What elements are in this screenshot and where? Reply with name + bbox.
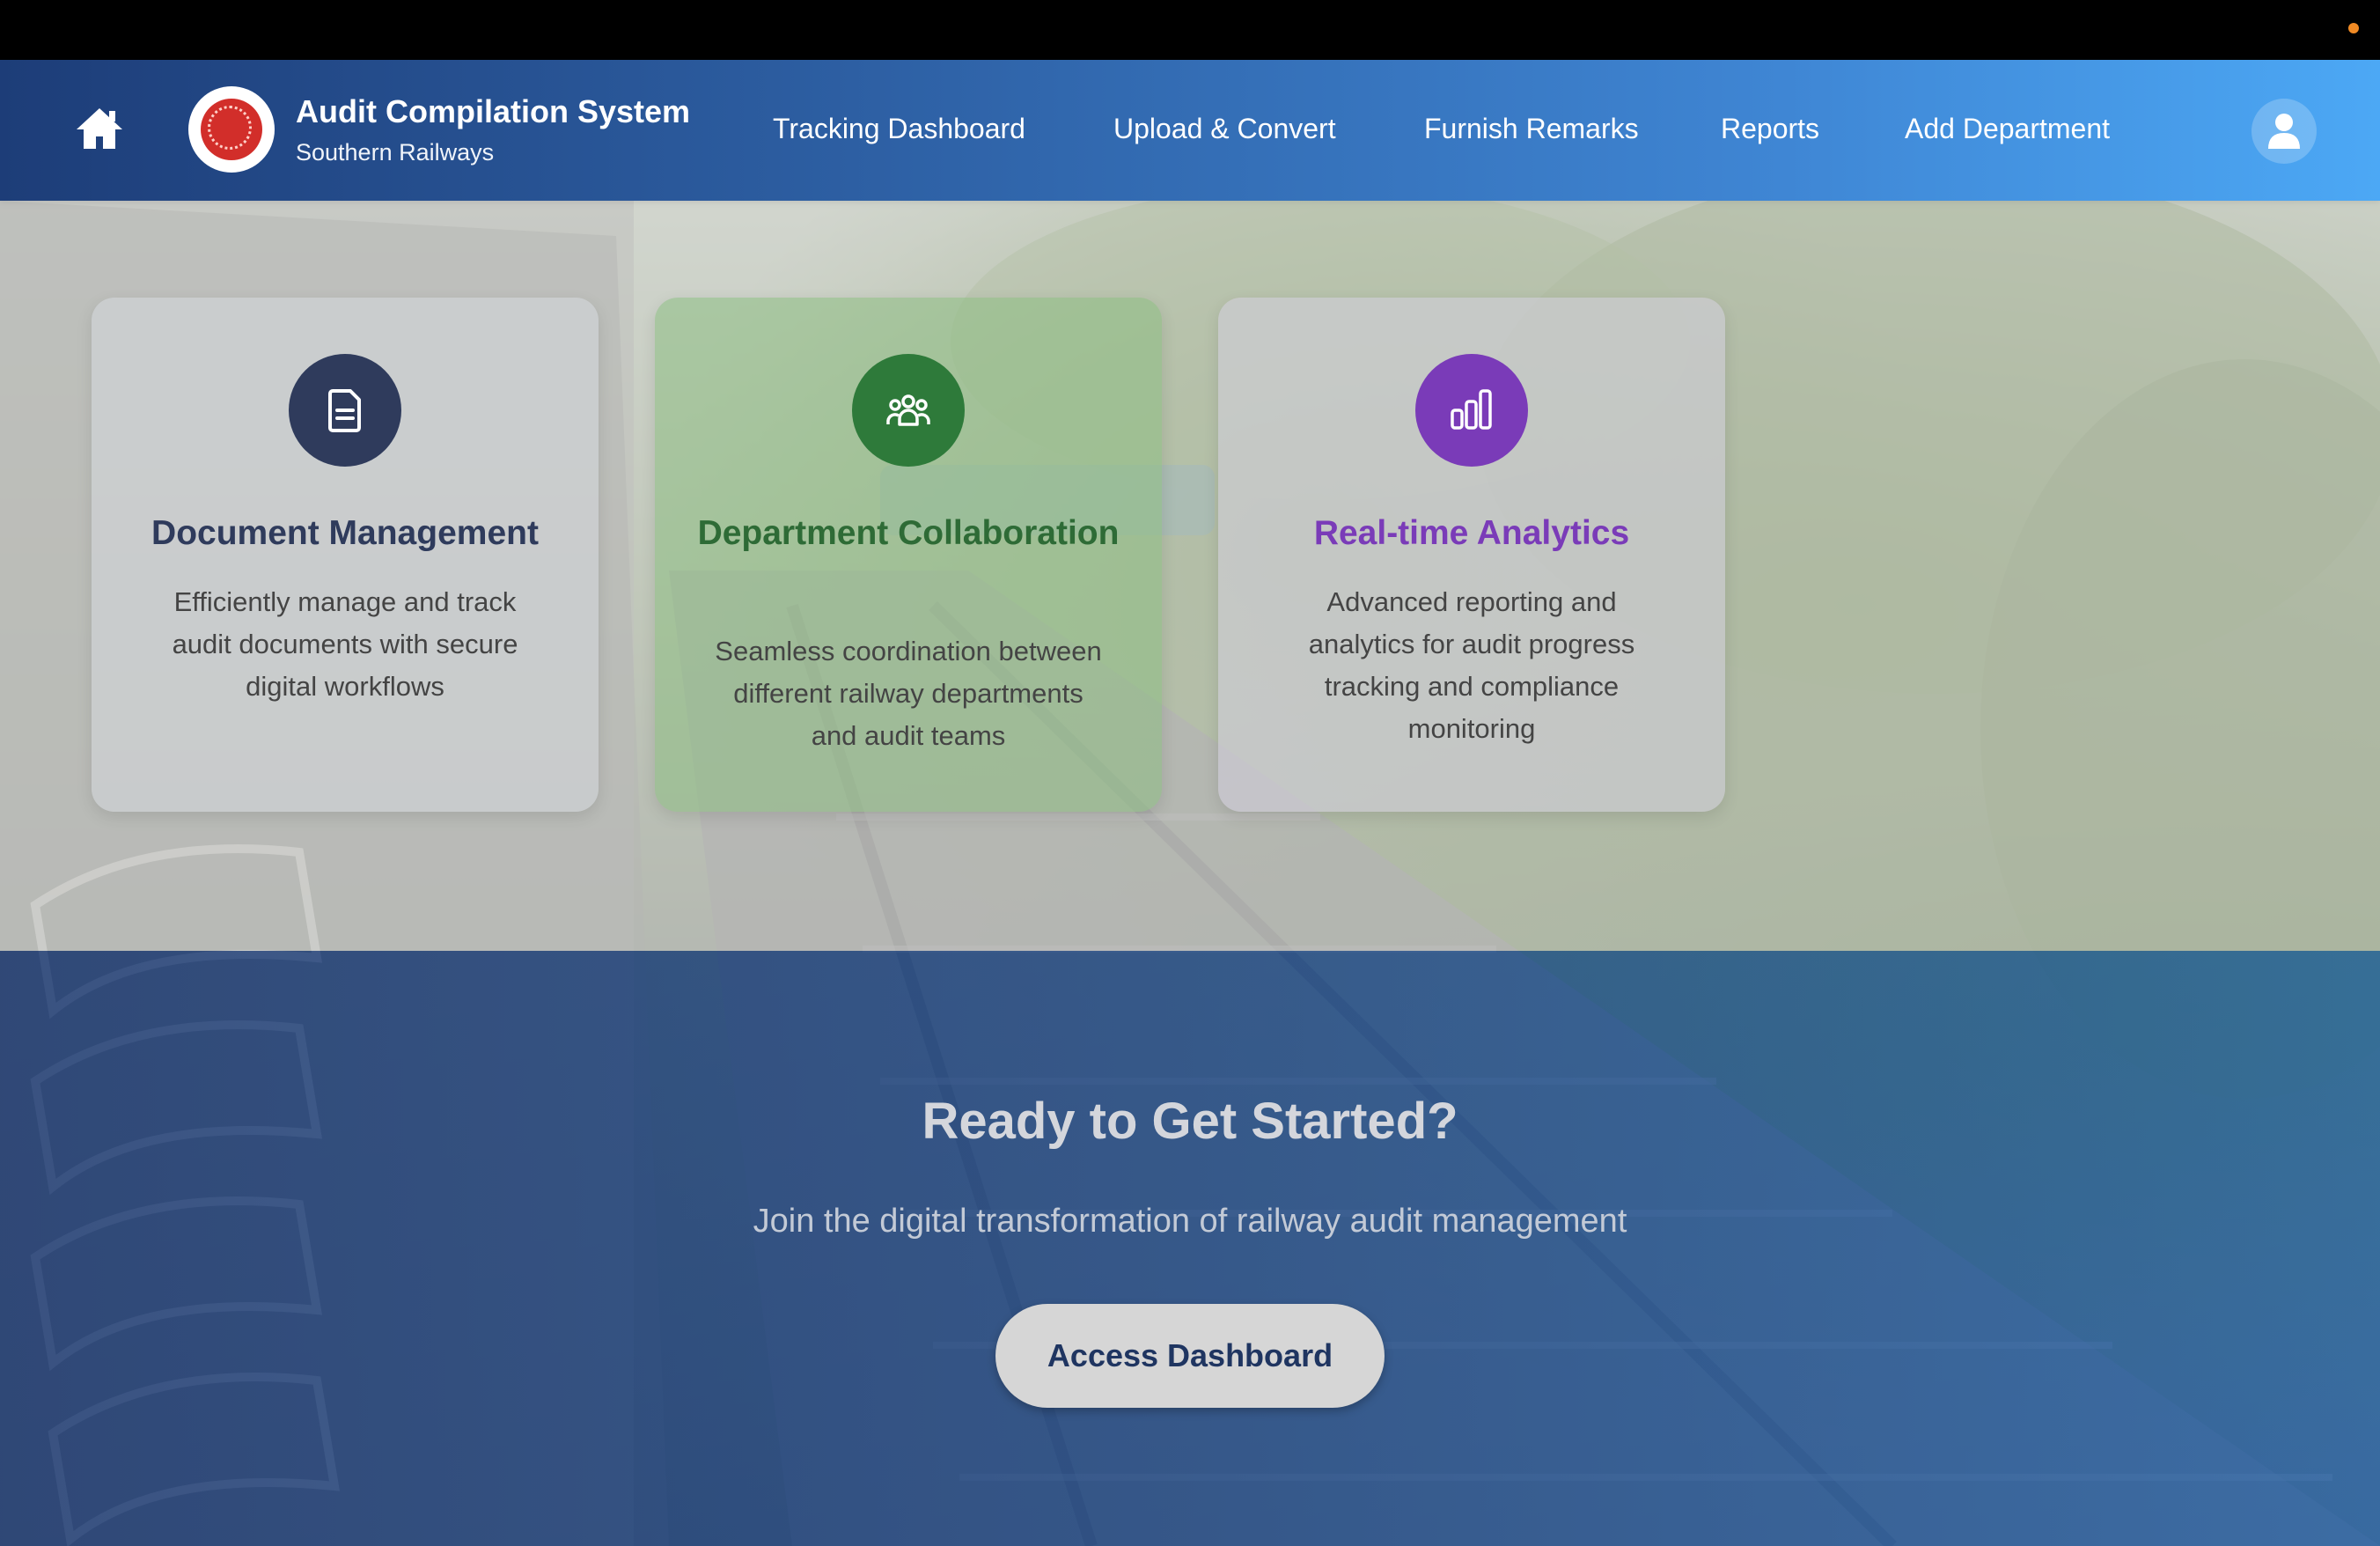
nav-upload-convert[interactable]: Upload & Convert xyxy=(1113,113,1336,145)
feature-card-real-time-analytics: Real-time Analytics Advanced reporting a… xyxy=(1218,298,1725,812)
user-icon xyxy=(2268,114,2300,149)
app-title: Audit Compilation System xyxy=(296,93,691,129)
bar-chart-icon xyxy=(1415,354,1528,467)
home-icon[interactable] xyxy=(74,106,125,151)
railway-emblem-logo xyxy=(188,86,275,173)
cta-subtitle: Join the digital transformation of railw… xyxy=(753,1203,1627,1240)
feature-description: Advanced reporting and analytics for aud… xyxy=(1308,586,1635,744)
feature-description: Seamless coordination between different … xyxy=(715,636,1102,751)
team-icon xyxy=(852,354,965,467)
user-profile-button[interactable] xyxy=(2251,99,2317,164)
feature-card-department-collaboration: Department Collaboration Seamless coordi… xyxy=(655,298,1162,812)
app-subtitle: Southern Railways xyxy=(296,139,495,166)
access-dashboard-button[interactable]: Access Dashboard xyxy=(995,1304,1385,1408)
feature-title: Document Management xyxy=(151,514,539,552)
top-navigation: Audit Compilation System Southern Railwa… xyxy=(0,60,2380,201)
recording-indicator-icon xyxy=(2348,23,2359,33)
nav-furnish-remarks[interactable]: Furnish Remarks xyxy=(1424,113,1639,145)
feature-description: Efficiently manage and track audit docum… xyxy=(172,586,518,702)
nav-reports[interactable]: Reports xyxy=(1721,113,1819,145)
cta-title: Ready to Get Started? xyxy=(922,1093,1458,1150)
features-section: Document Management Efficiently manage a… xyxy=(0,201,2380,951)
feature-card-document-management: Document Management Efficiently manage a… xyxy=(92,298,599,812)
feature-title: Department Collaboration xyxy=(697,514,1120,552)
document-icon xyxy=(289,354,401,467)
nav-tracking-dashboard[interactable]: Tracking Dashboard xyxy=(773,113,1025,145)
nav-add-department[interactable]: Add Department xyxy=(1905,113,2110,145)
system-menu-bar xyxy=(0,0,2380,60)
feature-title: Real-time Analytics xyxy=(1313,514,1630,552)
call-to-action-section: Ready to Get Started? Join the digital t… xyxy=(0,951,2380,1546)
